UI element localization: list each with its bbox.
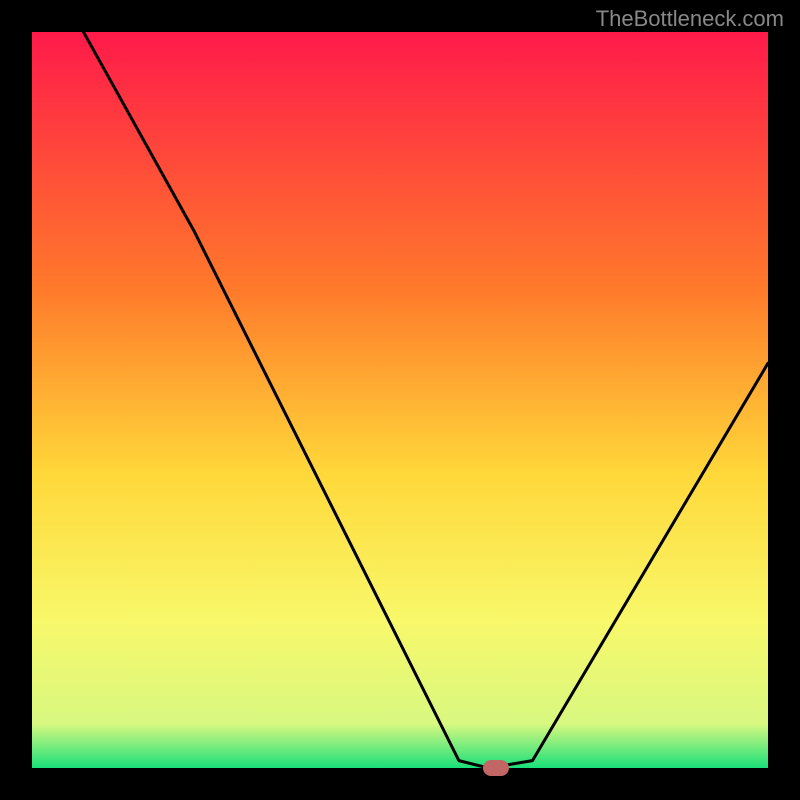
watermark-text: TheBottleneck.com: [596, 6, 784, 32]
chart-curve: [32, 32, 768, 768]
chart-marker: [483, 760, 509, 776]
chart-plot-area: [32, 32, 768, 768]
